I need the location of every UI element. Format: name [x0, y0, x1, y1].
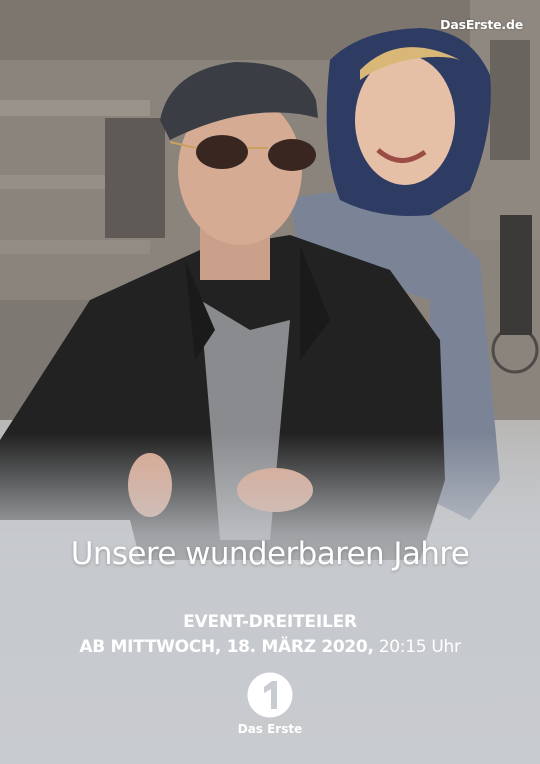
- air-time: 20:15 Uhr: [378, 637, 461, 657]
- air-date: AB MITTWOCH, 18. MÄRZ 2020,: [79, 637, 374, 657]
- woman-face: [355, 55, 455, 185]
- air-date-line: AB MITTWOCH, 18. MÄRZ 2020, 20:15 Uhr: [0, 637, 540, 657]
- poster-subtitle: EVENT-DREITEILER: [183, 612, 357, 632]
- logo-label: Das Erste: [237, 722, 303, 736]
- das-erste-logo-icon: [247, 672, 293, 718]
- watermark: DasErste.de: [440, 17, 523, 32]
- poster: DasErste.de Unsere wunderbaren Jahre EVE…: [0, 0, 540, 764]
- poster-title: Unsere wunderbaren Jahre: [70, 536, 470, 572]
